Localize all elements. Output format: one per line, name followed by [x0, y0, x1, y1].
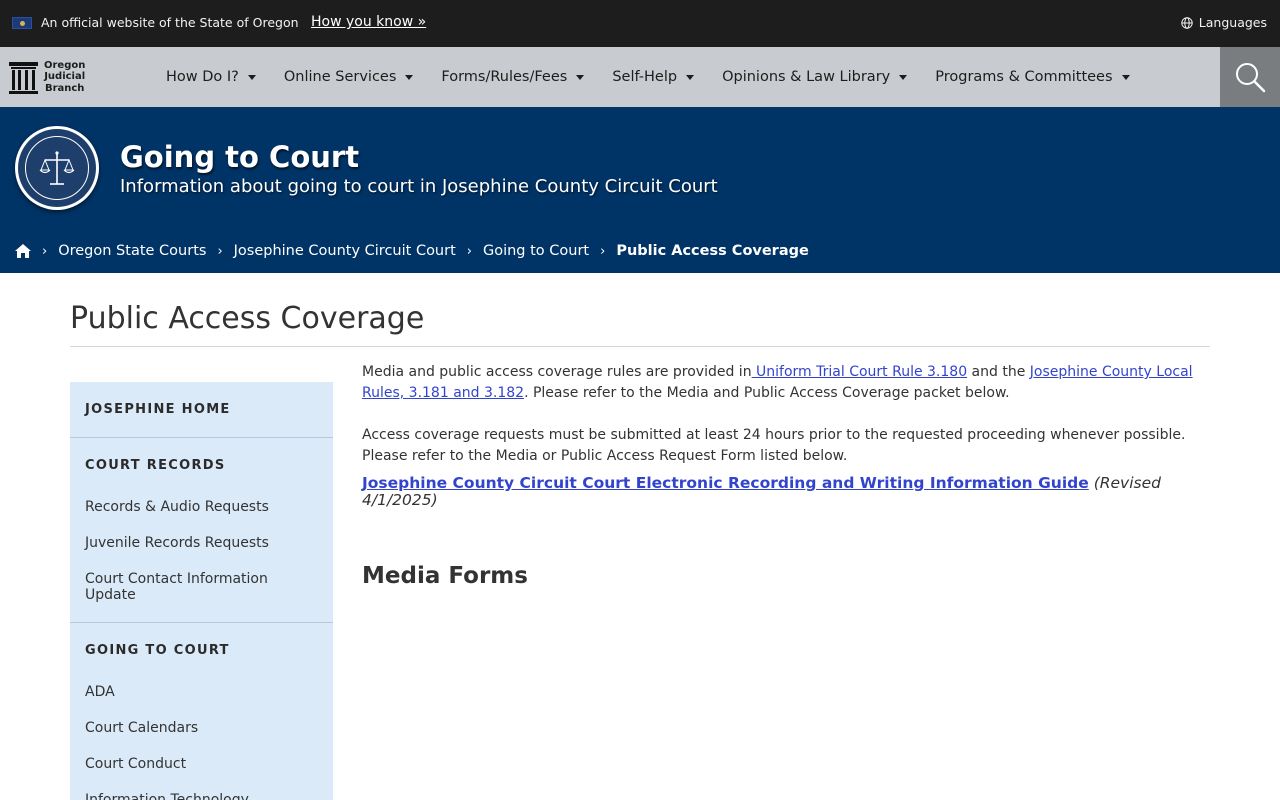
- nav-online-services[interactable]: Online Services: [284, 69, 414, 85]
- chevron-right-icon: ›: [42, 243, 48, 259]
- nav-self-help[interactable]: Self-Help: [612, 69, 695, 85]
- nav-how-do-i[interactable]: How Do I?: [166, 69, 256, 85]
- official-banner: An official website of the State of Oreg…: [0, 0, 1280, 47]
- sidebar-heading-court-records[interactable]: COURT RECORDS: [70, 458, 333, 473]
- nav-menu: How Do I? Online Services Forms/Rules/Fe…: [166, 47, 1158, 107]
- sidebar-section-court-records: COURT RECORDS Records & Audio Requests J…: [70, 438, 333, 623]
- breadcrumb-josephine-county[interactable]: Josephine County Circuit Court: [234, 243, 456, 259]
- caret-down-icon: [576, 74, 585, 80]
- page-title: Public Access Coverage: [70, 301, 425, 336]
- sidebar-item-ada[interactable]: ADA: [70, 684, 333, 700]
- logo-text: Oregon Judicial Branch: [44, 59, 86, 94]
- search-button[interactable]: [1220, 47, 1280, 107]
- nav-forms-rules-fees[interactable]: Forms/Rules/Fees: [441, 69, 585, 85]
- caret-down-icon: [405, 74, 414, 80]
- sidebar: JOSEPHINE HOME COURT RECORDS Records & A…: [70, 382, 333, 800]
- main-content: Media and public access coverage rules a…: [362, 362, 1210, 509]
- sidebar-item-records-audio[interactable]: Records & Audio Requests: [70, 499, 333, 515]
- breadcrumb-oregon-state-courts[interactable]: Oregon State Courts: [58, 243, 206, 259]
- sidebar-item-court-conduct[interactable]: Court Conduct: [70, 756, 333, 772]
- nav-opinions-law-library[interactable]: Opinions & Law Library: [722, 69, 908, 85]
- breadcrumb-going-to-court[interactable]: Going to Court: [483, 243, 589, 259]
- main-navigation: Oregon Judicial Branch How Do I? Online …: [0, 47, 1280, 107]
- caret-down-icon: [1121, 74, 1130, 80]
- oregon-flag-icon: [12, 17, 32, 29]
- sidebar-heading-going-to-court[interactable]: GOING TO COURT: [70, 643, 333, 658]
- breadcrumb: › Oregon State Courts › Josephine County…: [15, 243, 809, 259]
- chevron-right-icon: ›: [600, 243, 606, 259]
- media-forms-heading: Media Forms: [362, 563, 528, 589]
- sidebar-section-going-to-court: GOING TO COURT ADA Court Calendars Court…: [70, 623, 333, 800]
- nav-programs-committees[interactable]: Programs & Committees: [935, 69, 1130, 85]
- hero-banner: Going to Court Information about going t…: [0, 107, 1280, 273]
- hero-subtitle: Information about going to court in Jose…: [120, 176, 718, 197]
- globe-icon: [1181, 16, 1193, 29]
- chevron-right-icon: ›: [217, 243, 223, 259]
- search-icon: [1236, 63, 1266, 93]
- judicial-department-seal: [15, 126, 99, 210]
- languages-button[interactable]: Languages: [1181, 15, 1267, 30]
- sidebar-josephine-home[interactable]: JOSEPHINE HOME: [70, 402, 333, 417]
- utcr-3-180-link[interactable]: Uniform Trial Court Rule 3.180: [752, 364, 967, 380]
- languages-label: Languages: [1198, 15, 1267, 30]
- caret-down-icon: [899, 74, 908, 80]
- coverage-rules-paragraph: Media and public access coverage rules a…: [362, 364, 1193, 401]
- hero-title: Going to Court: [120, 140, 360, 174]
- courthouse-pillar-icon: [9, 60, 38, 94]
- scales-of-justice-icon: [39, 151, 75, 185]
- caret-down-icon: [686, 74, 695, 80]
- ojd-logo[interactable]: Oregon Judicial Branch: [9, 57, 94, 97]
- how-you-know-link[interactable]: How you know »: [311, 14, 426, 30]
- recording-guide-link[interactable]: Josephine County Circuit Court Electroni…: [362, 474, 1089, 492]
- home-icon[interactable]: [15, 244, 31, 258]
- breadcrumb-current: Public Access Coverage: [616, 243, 809, 259]
- title-divider: [70, 346, 1210, 347]
- sidebar-item-information-technology[interactable]: Information Technology: [70, 792, 333, 800]
- chevron-right-icon: ›: [466, 243, 472, 259]
- sidebar-item-court-calendars[interactable]: Court Calendars: [70, 720, 333, 736]
- access-requests-paragraph: Access coverage requests must be submitt…: [362, 427, 1186, 464]
- sidebar-item-juvenile-records[interactable]: Juvenile Records Requests: [70, 535, 333, 551]
- sidebar-item-court-contact-update[interactable]: Court Contact Information Update: [70, 571, 333, 603]
- caret-down-icon: [247, 74, 256, 80]
- sidebar-section-home: JOSEPHINE HOME: [70, 382, 333, 438]
- official-site-text: An official website of the State of Oreg…: [41, 15, 299, 30]
- recording-guide: Josephine County Circuit Court Electroni…: [362, 475, 1210, 509]
